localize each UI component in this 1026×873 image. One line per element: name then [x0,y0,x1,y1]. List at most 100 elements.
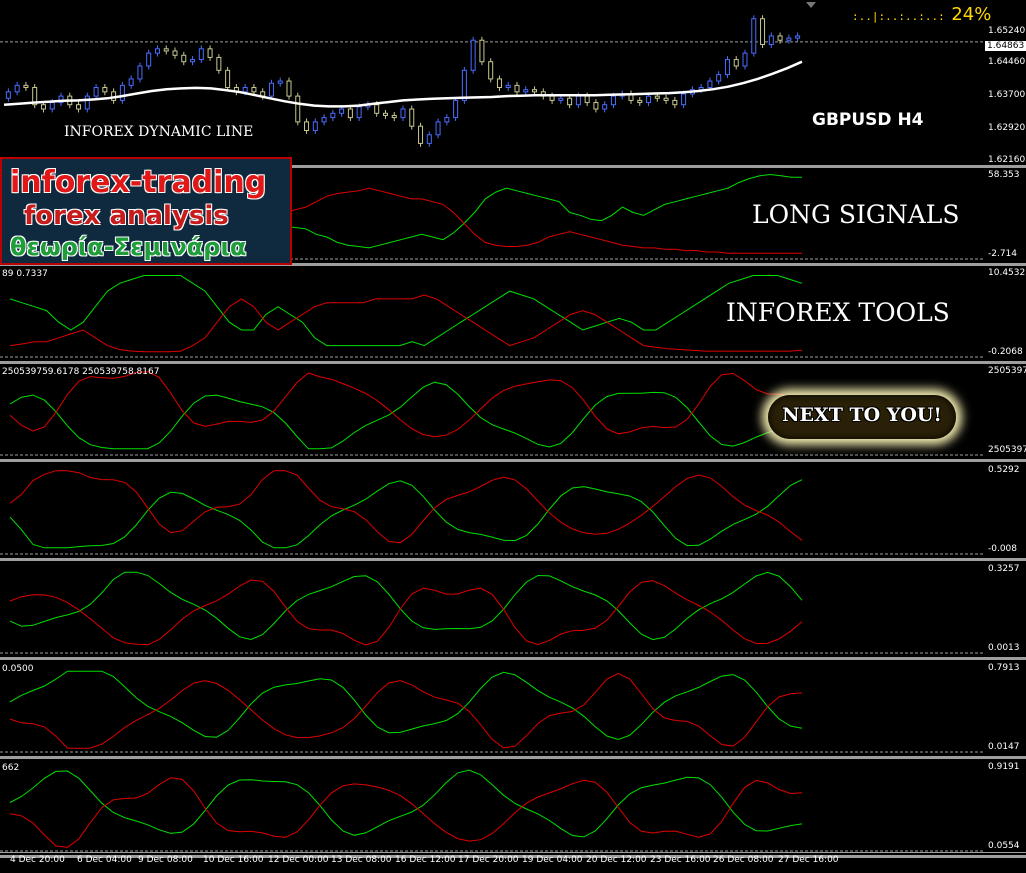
time-axis-label: 10 Dec 16:00 [203,855,264,865]
candle-body [40,104,46,110]
green-line [9,381,803,450]
price-axis-label: 1.62160 [988,155,1026,165]
candle-body [347,108,353,119]
time-axis-label: 16 Dec 12:00 [395,855,456,865]
candle-body [339,108,345,114]
candle-body [575,95,581,106]
candle-body [409,108,415,127]
indicator-pane[interactable]: 0.0500 0.7913 0.0147 [0,661,1026,756]
candle-body [356,106,362,119]
red-line [9,579,803,646]
candle-body [453,99,459,119]
time-axis-label: 19 Dec 04:00 [522,855,583,865]
progress-indicator: :..|:..:..:..: 24% [852,4,991,25]
candle-body [532,89,538,93]
candle-body [514,84,520,93]
time-axis-label: 20 Dec 12:00 [586,855,647,865]
candle-body [742,52,748,67]
indicator-max-label: 10.4532 [988,268,1026,278]
price-axis-label: 1.65240 [988,26,1026,36]
candle-body [146,52,152,67]
candle-body [198,48,204,61]
candle-body [470,39,476,71]
time-axis-label: 17 Dec 20:00 [458,855,519,865]
candle-body [505,84,511,89]
candle-body [654,95,660,99]
candle-body [190,59,196,63]
candle-body [751,18,757,54]
pane-separator[interactable] [0,657,1026,660]
candle-body [602,104,608,110]
green-line [9,479,803,549]
dynamic-line-label: INFOREX DYNAMIC LINE [64,124,254,140]
indicator-chart[interactable] [0,661,1026,756]
candle-body [523,89,529,93]
candle-body [312,121,318,131]
candle-body [584,95,590,104]
indicator-chart[interactable] [0,562,1026,657]
candle-body [444,117,450,123]
indicator-max-label: 0.9191 [988,762,1020,772]
pane-separator[interactable] [0,459,1026,462]
indicator-min-label: 0.0013 [988,643,1020,653]
candle-body [374,104,380,114]
candle-body [277,80,283,84]
next-to-you-badge: NEXT TO YOU! [768,395,956,439]
logo-line1: inforex-trading [10,165,267,200]
time-axis-label: 9 Dec 08:00 [138,855,193,865]
candle-body [716,74,722,82]
candle-body [119,84,125,101]
candle-body [268,82,274,97]
indicator-min-label: -0.2068 [988,347,1023,357]
candle-body [593,102,599,110]
green-line [9,275,803,347]
indicator-max-label: 58.353 [988,170,1020,180]
price-axis-label: 1.63700 [988,90,1026,100]
candle-body [663,97,669,101]
candle-body [304,121,310,131]
candle-body [681,93,687,106]
candle-body [225,69,231,89]
indicator-header: 89 0.7337 [2,269,48,279]
candle-body [496,78,502,89]
progress-dots: :..|:..:..:..: [852,10,945,23]
red-line [9,777,803,848]
long-signals-label: LONG SIGNALS [752,200,960,229]
indicator-max-label: 0.5292 [988,465,1020,475]
candle-body [76,104,82,110]
time-axis-label: 6 Dec 04:00 [77,855,132,865]
candle-body [295,95,301,123]
indicator-pane[interactable]: 0.3257 0.0013 [0,562,1026,657]
price-axis-label: 1.64460 [988,57,1026,67]
indicator-min-label: -2.714 [988,249,1018,259]
time-axis-label: 26 Dec 08:00 [713,855,774,865]
candle-body [786,37,792,41]
indicator-min-label: 0.0147 [988,742,1020,752]
pane-separator[interactable] [0,558,1026,561]
logo-line3: θεωρία-Σεμινάρια [10,233,247,261]
indicator-max-label: 0.3257 [988,564,1020,574]
time-axis-label: 4 Dec 20:00 [10,855,65,865]
indicator-header: 662 [2,763,20,773]
green-line [9,670,803,741]
price-chart-pane[interactable]: :..|:..:..:..: 24% INFOREX DYNAMIC LINE … [0,0,1026,165]
candle-body [251,87,257,93]
candle-body [479,39,485,63]
candle-body [102,87,108,93]
candle-body [610,95,616,106]
indicator-max-label: 25053975 [988,366,1026,376]
candle-body [768,35,774,46]
candle-body [733,59,739,67]
pane-separator[interactable] [0,756,1026,759]
indicator-pane[interactable]: 662 0.9191 0.0554 [0,760,1026,855]
candle-body [207,48,213,58]
candle-body [172,50,178,56]
candle-body [382,112,388,116]
indicator-chart[interactable] [0,760,1026,855]
candle-body [646,95,652,104]
indicator-pane[interactable]: 0.5292 -0.008 [0,463,1026,558]
candle-body [84,95,90,110]
candle-body [128,78,134,86]
indicator-chart[interactable] [0,463,1026,558]
indicator-min-label: 0.0554 [988,841,1020,851]
